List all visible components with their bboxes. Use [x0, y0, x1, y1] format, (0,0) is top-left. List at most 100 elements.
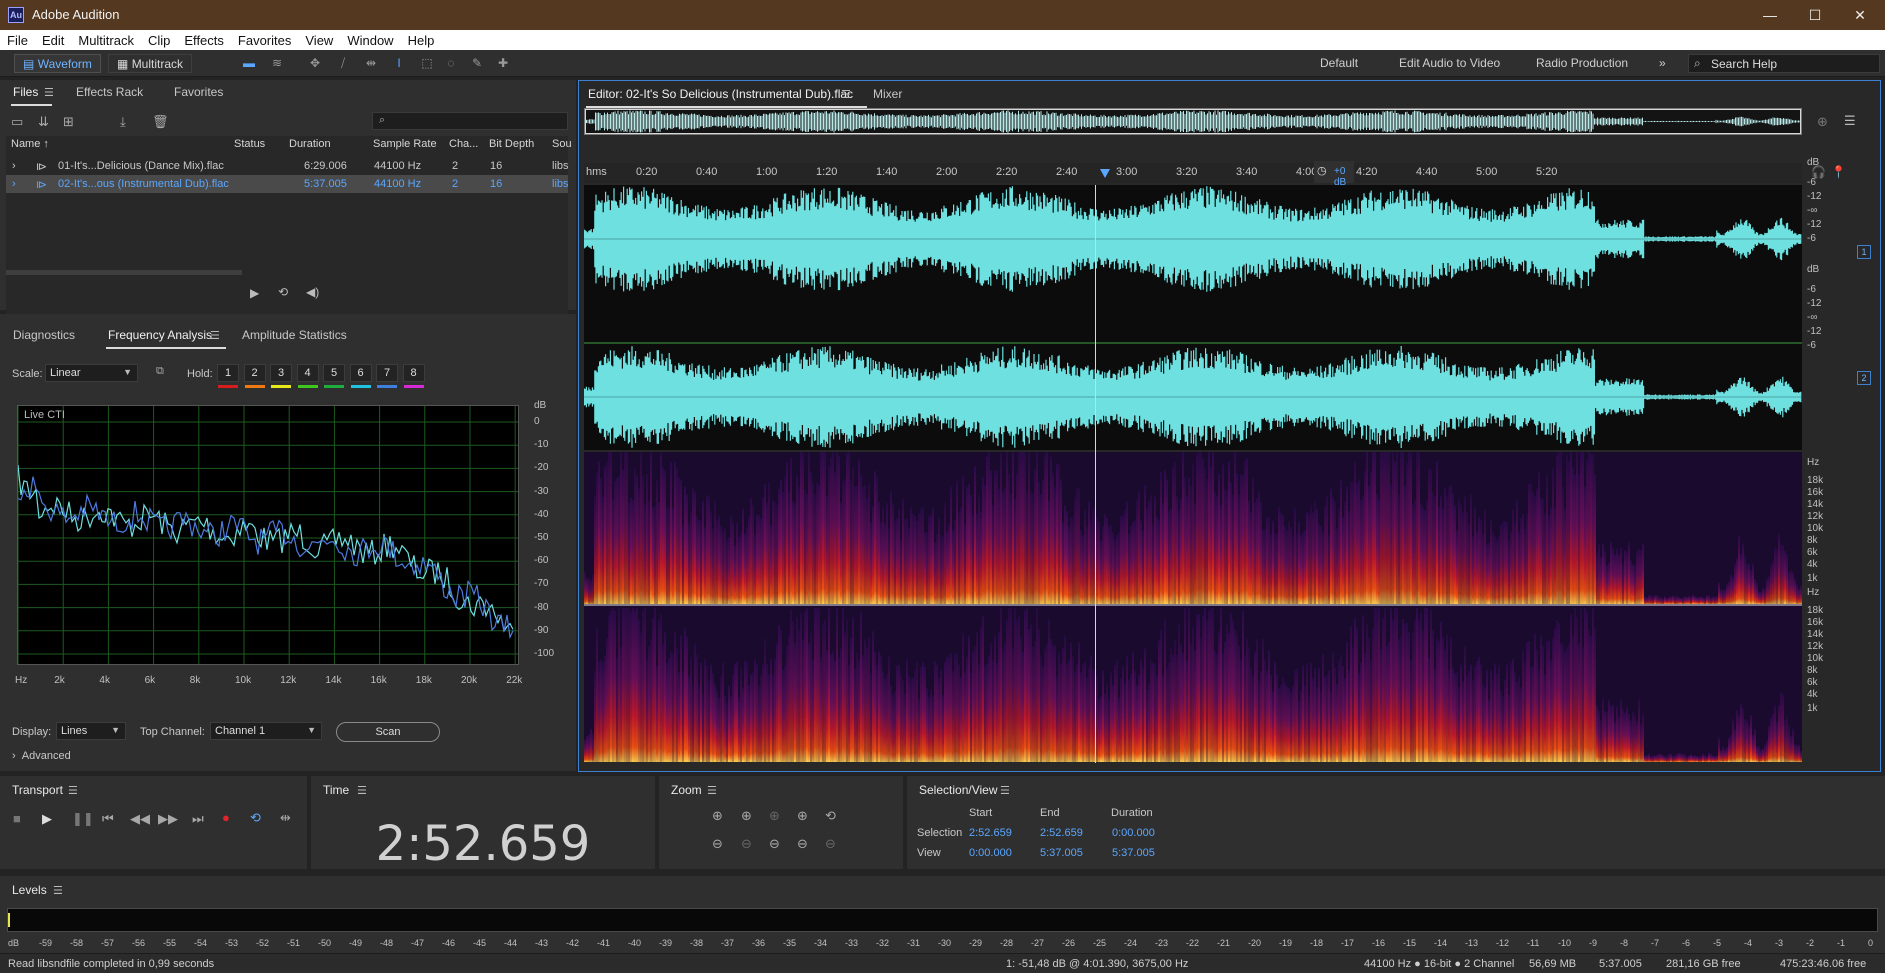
playhead-marker[interactable] — [1100, 169, 1110, 178]
waveform-view-button[interactable]: ▤ Waveform — [14, 54, 101, 73]
file-row[interactable]: › ⧐ 01-It's...Delicious (Dance Mix).flac… — [6, 157, 569, 175]
hold-button-5[interactable]: 5 — [323, 364, 345, 382]
menu-multitrack[interactable]: Multitrack — [71, 30, 141, 50]
hold-button-8[interactable]: 8 — [402, 364, 425, 382]
menu-clip[interactable]: Clip — [141, 30, 177, 50]
razor-tool-icon[interactable]: ⧸ — [334, 55, 352, 71]
import-file-icon[interactable]: ⇊ — [38, 114, 49, 130]
zoom-out-time-icon[interactable]: ⊖ — [741, 836, 752, 852]
channel-2-badge[interactable]: 2 — [1857, 371, 1871, 385]
zoom-out-point-icon[interactable]: ⊖ — [769, 836, 780, 852]
top-channel-dropdown[interactable]: Channel 1 ▼ — [210, 722, 322, 740]
menu-effects[interactable]: Effects — [177, 30, 231, 50]
file-row-selected[interactable]: › ⧐ 02-It's...ous (Instrumental Dub).fla… — [6, 175, 569, 193]
panel-menu-icon[interactable]: ☰ — [44, 86, 54, 99]
record-icon[interactable]: ● — [222, 810, 230, 825]
tab-mixer[interactable]: Mixer — [873, 87, 902, 101]
menu-edit[interactable]: Edit — [35, 30, 71, 50]
menu-help[interactable]: Help — [401, 30, 442, 50]
zoom-to-selection-icon[interactable]: ⊕ — [1817, 114, 1828, 130]
column-channels[interactable]: Cha... — [449, 138, 478, 150]
column-bit-depth[interactable]: Bit Depth — [489, 138, 534, 150]
panel-menu-icon[interactable]: ☰ — [210, 329, 220, 342]
stop-icon[interactable]: ■ — [13, 811, 21, 826]
tab-favorites[interactable]: Favorites — [174, 85, 223, 99]
timeline-ruler[interactable]: hms 0:20 0:40 1:00 1:20 1:40 2:00 2:20 2:40 3:00… — [584, 161, 1802, 188]
spot-healing-tool-icon[interactable]: ✚ — [494, 55, 512, 71]
column-duration[interactable]: Duration — [289, 138, 331, 150]
column-source[interactable]: Sou — [552, 138, 572, 150]
horizontal-scrollbar[interactable] — [6, 270, 242, 275]
zoom-in-amplitude-icon[interactable]: ⊕ — [712, 808, 723, 824]
view-end[interactable]: 5:37.005 — [1040, 847, 1083, 859]
waveform-display[interactable] — [584, 185, 1802, 450]
toggle-overview-icon[interactable]: ☰ — [1844, 113, 1856, 129]
autoplay-icon[interactable]: ◀) — [306, 285, 319, 299]
workspace-edit-audio-to-video[interactable]: Edit Audio to Video — [1399, 56, 1500, 70]
tab-diagnostics[interactable]: Diagnostics — [13, 328, 75, 342]
panel-menu-icon[interactable]: ☰ — [1000, 784, 1010, 797]
selection-start[interactable]: 2:52.659 — [969, 827, 1012, 839]
panel-menu-icon[interactable]: ☰ — [68, 784, 78, 797]
fast-forward-icon[interactable]: ▶▶ — [158, 811, 178, 827]
scale-dropdown[interactable]: Linear ▼ — [45, 364, 138, 382]
zoom-out-full-icon[interactable]: ⊖ — [797, 836, 808, 852]
spectral-display-icon[interactable]: ▬ — [240, 55, 258, 71]
multitrack-view-button[interactable]: ▦ Multitrack — [108, 54, 193, 73]
search-help-input[interactable]: ⌕ Search Help — [1688, 54, 1880, 73]
maximize-icon[interactable]: ☐ — [1795, 4, 1835, 26]
slip-tool-icon[interactable]: ⇹ — [362, 55, 380, 71]
selection-duration[interactable]: 0:00.000 — [1112, 827, 1155, 839]
time-selection-tool-icon[interactable]: I — [390, 55, 408, 71]
file-search-input[interactable]: ⌕ — [372, 112, 568, 130]
hold-button-1[interactable]: 1 — [217, 364, 239, 382]
skip-to-start-icon[interactable]: ⏮ — [102, 811, 114, 827]
selection-end[interactable]: 2:52.659 — [1040, 827, 1083, 839]
close-icon[interactable]: ✕ — [1840, 4, 1880, 26]
view-duration[interactable]: 5:37.005 — [1112, 847, 1155, 859]
zoom-reset-icon[interactable]: ⟲ — [825, 808, 836, 824]
open-file-icon[interactable]: ▭ — [11, 114, 23, 130]
menu-window[interactable]: Window — [340, 30, 400, 50]
snapshot-icon[interactable]: ⧉ — [156, 365, 164, 378]
zoom-out-amplitude-icon[interactable]: ⊖ — [712, 836, 723, 852]
loop-preview-icon[interactable]: ⟲ — [278, 285, 288, 299]
pin-icon[interactable]: 📍 — [1831, 165, 1846, 179]
pitch-display-icon[interactable]: ≋ — [268, 55, 286, 71]
spectral-display[interactable] — [584, 452, 1802, 762]
minimize-icon[interactable]: — — [1750, 4, 1790, 26]
panel-menu-icon[interactable]: ☰ — [357, 784, 367, 797]
workspace-radio-production[interactable]: Radio Production — [1536, 56, 1628, 70]
column-name[interactable]: Name ↑ — [11, 138, 49, 150]
scan-button[interactable]: Scan — [336, 722, 440, 742]
play-icon[interactable]: ▶ — [42, 811, 52, 827]
delete-file-icon[interactable]: 🗑 — [152, 114, 169, 130]
pause-icon[interactable]: ❚❚ — [72, 811, 94, 827]
zoom-in-point-icon[interactable]: ⊕ — [797, 808, 808, 824]
marquee-tool-icon[interactable]: ⬚ — [418, 55, 436, 71]
tab-frequency-analysis[interactable]: Frequency Analysis — [105, 328, 227, 349]
expand-icon[interactable]: › — [12, 178, 16, 190]
menu-view[interactable]: View — [298, 30, 340, 50]
panel-menu-icon[interactable]: ☰ — [707, 784, 717, 797]
column-sample-rate[interactable]: Sample Rate — [373, 138, 437, 150]
skip-selection-icon[interactable]: ⇹ — [280, 810, 291, 826]
channel-1-badge[interactable]: 1 — [1857, 245, 1871, 259]
lasso-tool-icon[interactable]: ◌ — [442, 55, 460, 71]
play-preview-icon[interactable]: ▶ — [250, 286, 259, 300]
advanced-toggle[interactable]: › Advanced — [12, 750, 71, 762]
panel-menu-icon[interactable]: ☰ — [841, 88, 851, 101]
new-file-icon[interactable]: ⊞ — [63, 114, 74, 130]
hold-button-3[interactable]: 3 — [270, 364, 292, 382]
insert-multitrack-icon[interactable]: ⤓ — [120, 114, 126, 130]
overview-waveform[interactable] — [584, 108, 1802, 135]
tab-editor[interactable]: Editor: 02-It's So Delicious (Instrument… — [585, 87, 868, 108]
expand-icon[interactable]: › — [12, 160, 16, 172]
zoom-in-time-icon[interactable]: ⊕ — [741, 808, 752, 824]
column-status[interactable]: Status — [234, 138, 265, 150]
hold-button-7[interactable]: 7 — [376, 364, 398, 382]
panel-menu-icon[interactable]: ☰ — [53, 884, 63, 897]
tab-files[interactable]: Files — [10, 85, 53, 106]
workspace-overflow-icon[interactable]: » — [1659, 56, 1666, 70]
workspace-default[interactable]: Default — [1320, 56, 1358, 70]
